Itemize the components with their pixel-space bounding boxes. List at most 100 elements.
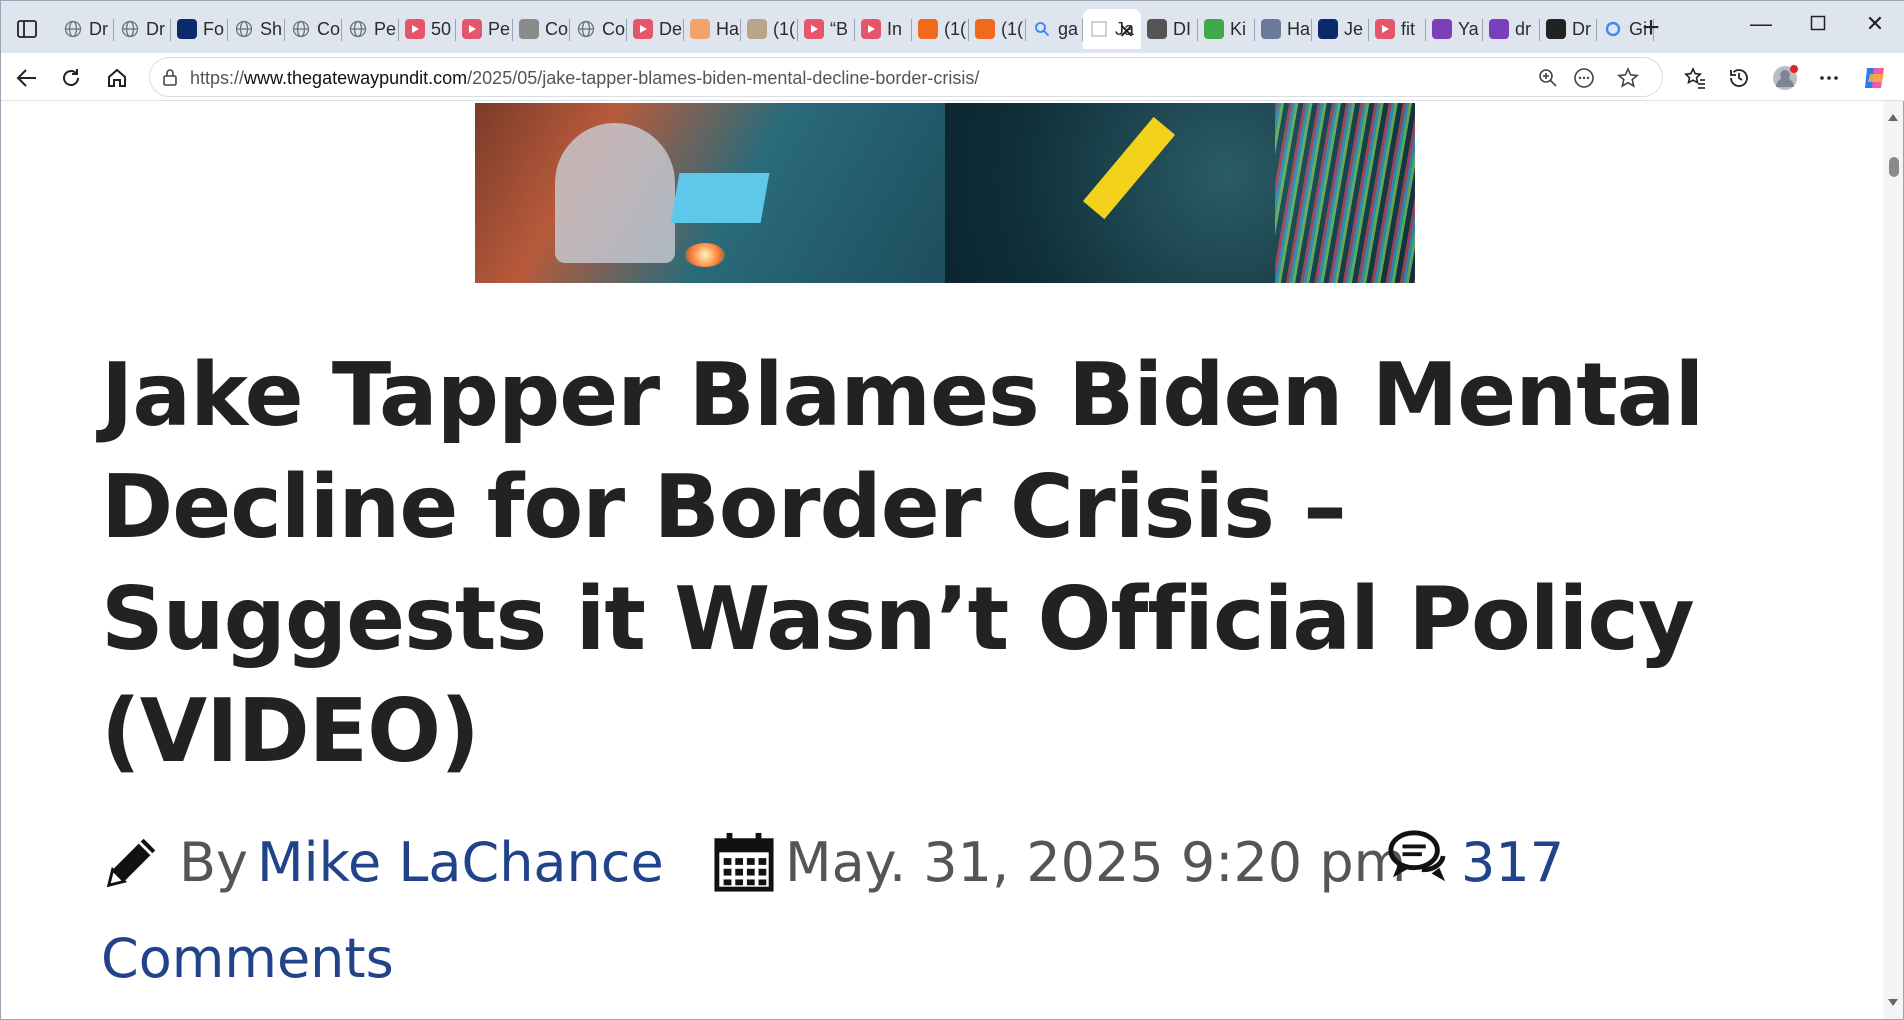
tab-label: Dr — [1572, 18, 1591, 39]
browser-tab[interactable]: ga — [1026, 9, 1083, 49]
close-window-button[interactable]: ✕ — [1855, 11, 1895, 41]
scrollbar-thumb[interactable] — [1889, 157, 1899, 177]
article-headline: Jake Tapper Blames Biden Mental Decline … — [101, 344, 1704, 782]
url-text[interactable]: https://www.thegatewaypundit.com/2025/05… — [190, 68, 979, 89]
gatewaypundit-icon — [1089, 19, 1109, 39]
url-path: /2025/05/jake-tapper-blames-biden-mental… — [467, 68, 980, 88]
bookmark-icon — [918, 19, 938, 39]
tab-label: Pe — [488, 18, 511, 39]
tab-label: dr — [1515, 18, 1532, 39]
browser-tab[interactable]: (1( — [969, 9, 1026, 49]
jet-icon — [1318, 19, 1338, 39]
article-hero-image — [475, 103, 1415, 283]
browser-tab[interactable]: Ya — [1426, 9, 1483, 49]
refresh-button[interactable] — [55, 62, 87, 94]
lock-icon[interactable] — [160, 67, 180, 87]
browser-tab[interactable]: Fo — [171, 9, 228, 49]
settings-more-button[interactable] — [1813, 62, 1845, 94]
comments-count-link[interactable]: 317 — [1461, 831, 1564, 895]
history-button[interactable] — [1723, 62, 1755, 94]
youtube-icon — [861, 19, 881, 39]
browser-tab[interactable]: (1( — [741, 9, 798, 49]
tab-label: Dr — [146, 18, 165, 39]
browser-tab[interactable]: Ha — [684, 9, 741, 49]
browser-tab[interactable]: Ja ✕ — [1083, 9, 1141, 49]
globe-icon — [234, 19, 254, 39]
favorites-icon — [1683, 67, 1705, 89]
browser-tab[interactable]: Ki — [1198, 9, 1255, 49]
browser-tab[interactable]: “B — [798, 9, 855, 49]
browser-tab[interactable]: Dr — [114, 9, 171, 49]
maximize-icon — [1810, 15, 1826, 31]
tab-actions-button[interactable] — [13, 15, 41, 43]
browser-tab[interactable]: Sh — [228, 9, 285, 49]
calendar-icon — [714, 832, 774, 892]
navigation-bar: https://www.thegatewaypundit.com/2025/05… — [1, 53, 1904, 101]
browser-tab[interactable]: 50 — [399, 9, 456, 49]
tab-strip: Dr Dr Fo Sh Co Pe 50 Pe Co Co De Ha (1(“B In (1((1(ga J… — [1, 1, 1904, 53]
browser-tab[interactable]: dr — [1483, 9, 1540, 49]
browser-tab[interactable]: Dr — [1540, 9, 1597, 49]
browser-tab[interactable]: Dr — [57, 9, 114, 49]
url-host: www.thegatewaypundit.com — [244, 68, 468, 88]
profile-button[interactable] — [1769, 62, 1801, 94]
more-dots-icon — [1820, 76, 1838, 80]
browser-tab[interactable]: De — [627, 9, 684, 49]
yahoo-icon — [1489, 19, 1509, 39]
globe-icon — [120, 19, 140, 39]
dr-icon — [1546, 19, 1566, 39]
browser-tab[interactable]: In — [855, 9, 912, 49]
scroll-down-arrow-icon[interactable] — [1887, 997, 1899, 1009]
browser-tab[interactable]: Co — [513, 9, 570, 49]
browser-tab[interactable]: Co — [285, 9, 342, 49]
new-tab-button[interactable]: + — [1637, 13, 1665, 43]
back-arrow-icon — [16, 69, 36, 87]
read-aloud-icon[interactable] — [1572, 66, 1596, 90]
tab-label: Co — [317, 18, 341, 39]
google-icon — [1603, 19, 1623, 39]
tab-label: In — [887, 18, 903, 39]
tab-label: Co — [602, 18, 626, 39]
close-tab-icon[interactable]: ✕ — [1118, 19, 1135, 44]
home-button[interactable] — [101, 62, 133, 94]
page-content: Jake Tapper Blames Biden Mental Decline … — [5, 101, 1883, 1019]
seal-icon — [519, 19, 539, 39]
tab-label: Ha — [716, 18, 740, 39]
browser-tab[interactable]: Je — [1312, 9, 1369, 49]
url-scheme: https:// — [190, 68, 245, 88]
tab-label: (1( — [944, 18, 966, 39]
tab-list: Dr Dr Fo Sh Co Pe 50 Pe Co Co De Ha (1(“B In (1((1(ga J… — [57, 9, 1654, 49]
address-bar[interactable]: https://www.thegatewaypundit.com/2025/05… — [149, 57, 1663, 97]
favorite-star-icon[interactable] — [1616, 66, 1640, 90]
tab-label: (1( — [1001, 18, 1023, 39]
tab-label: ga — [1058, 18, 1079, 39]
browser-tab[interactable]: Pe — [456, 9, 513, 49]
maximize-button[interactable] — [1798, 11, 1838, 41]
tab-label: Je — [1344, 18, 1364, 39]
tab-label: De — [659, 18, 683, 39]
youtube-icon — [804, 19, 824, 39]
favorites-button[interactable] — [1679, 62, 1711, 94]
browser-tab[interactable]: Ha — [1255, 9, 1312, 49]
pencil-icon — [106, 838, 156, 888]
refresh-icon — [63, 69, 79, 86]
browser-tab[interactable]: Pe — [342, 9, 399, 49]
bitcoin-icon — [690, 19, 710, 39]
history-icon — [1730, 69, 1748, 87]
browser-tab[interactable]: Co — [570, 9, 627, 49]
browser-tab[interactable]: fit — [1369, 9, 1426, 49]
scroll-up-arrow-icon[interactable] — [1887, 111, 1899, 123]
minimize-button[interactable]: — — [1741, 11, 1781, 41]
page-scrollbar[interactable] — [1883, 101, 1903, 1019]
author-link[interactable]: Mike LaChance — [257, 831, 664, 895]
copilot-button[interactable] — [1859, 62, 1891, 94]
zoom-icon[interactable] — [1536, 66, 1560, 90]
tab-label: Dr — [89, 18, 108, 39]
browser-tab[interactable]: (1( — [912, 9, 969, 49]
comments-icon — [1388, 830, 1446, 882]
tab-label: “B — [830, 18, 848, 39]
comments-label-link[interactable]: Comments — [101, 927, 394, 991]
back-button[interactable] — [11, 62, 43, 94]
byline-label: By — [179, 831, 249, 894]
browser-tab[interactable]: DI — [1141, 9, 1198, 49]
